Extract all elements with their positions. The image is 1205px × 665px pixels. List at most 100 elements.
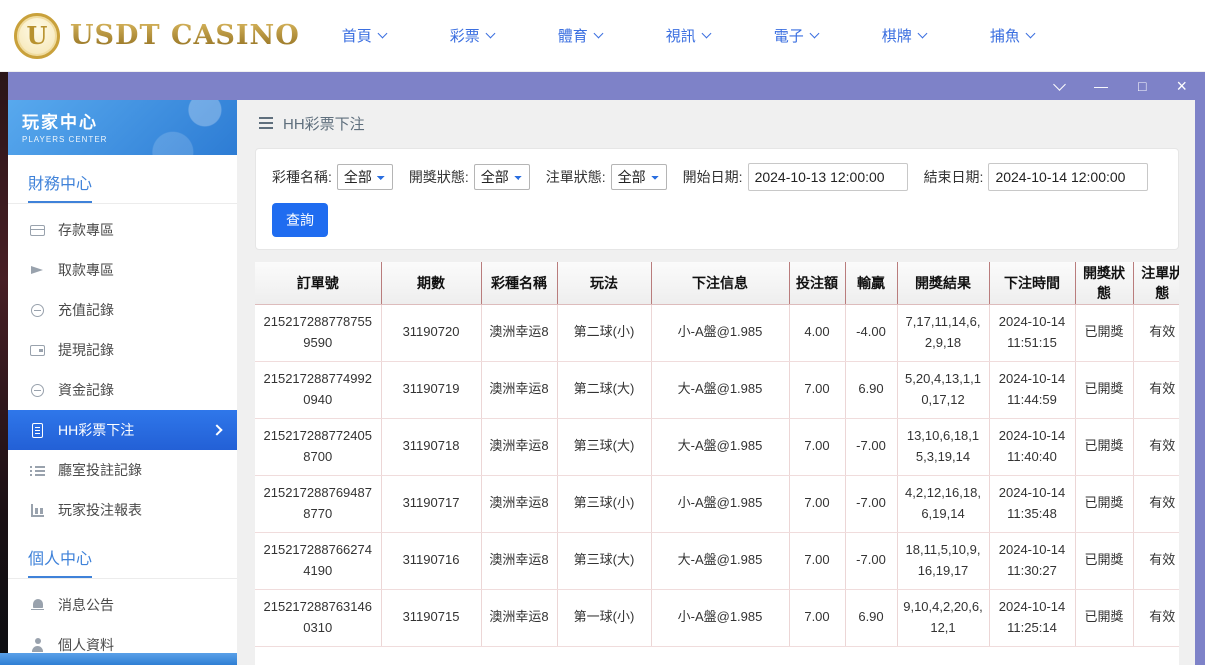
- table-cell: 9,10,4,2,20,6,12,1: [897, 589, 989, 646]
- sidebar-item-player-bet-report[interactable]: 玩家投注報表: [8, 490, 237, 530]
- draw-status-select[interactable]: 全部: [474, 164, 530, 190]
- table-cell: -7.00: [845, 532, 897, 589]
- nav-item-video[interactable]: 視訊: [666, 25, 710, 46]
- sidebar: 玩家中心 PLAYERS CENTER 財務中心存款專區取款專區充值記錄提現記錄…: [8, 100, 237, 665]
- sidebar-item-label: 消息公告: [58, 595, 114, 615]
- table-cell: 2152172887631460310: [255, 589, 381, 646]
- sidebar-item-hall-bet-records[interactable]: 廳室投註記錄: [8, 450, 237, 490]
- card-icon: [30, 223, 45, 238]
- draw-status-label: 開獎狀態:: [409, 167, 469, 187]
- window-body: 玩家中心 PLAYERS CENTER 財務中心存款專區取款專區充值記錄提現記錄…: [8, 100, 1205, 665]
- column-header: 玩法: [557, 262, 651, 304]
- lottery-name-label: 彩種名稱:: [272, 167, 332, 187]
- table-cell: 已開獎: [1075, 475, 1133, 532]
- column-header: 訂單號: [255, 262, 381, 304]
- table-cell: 2152172887749920940: [255, 361, 381, 418]
- sidebar-item-deposit[interactable]: 存款專區: [8, 210, 237, 250]
- table-cell: 有效: [1133, 532, 1179, 589]
- table-cell: 2024-10-14 11:35:48: [989, 475, 1075, 532]
- sidebar-item-funds-record[interactable]: 資金記錄: [8, 370, 237, 410]
- sidebar-item-label: 充值記錄: [58, 300, 114, 320]
- table-cell: -7.00: [845, 418, 897, 475]
- bet-table-body: 215217288778755959031190720澳洲幸运8第二球(小)小-…: [255, 304, 1179, 646]
- nav-item-electronic[interactable]: 電子: [774, 25, 818, 46]
- end-date-input[interactable]: [988, 163, 1148, 191]
- table-cell: 第一球(小): [557, 589, 651, 646]
- main-content: HH彩票下注 彩種名稱: 全部 開獎狀態: 全部 注單狀態: 全部: [237, 100, 1195, 665]
- sidebar-item-label: 資金記錄: [58, 380, 114, 400]
- table-cell: 第二球(小): [557, 304, 651, 361]
- table-cell: 澳洲幸运8: [481, 475, 557, 532]
- nav-item-home[interactable]: 首頁: [342, 25, 386, 46]
- top-nav: 首頁 彩票 體育 視訊 電子 棋牌 捕魚: [342, 25, 1034, 46]
- table-cell: 31190720: [381, 304, 481, 361]
- table-cell: 澳洲幸运8: [481, 418, 557, 475]
- table-header-row: 訂單號期數彩種名稱玩法下注信息投注額輸贏開獎結果下注時間開獎狀態注單狀態: [255, 262, 1179, 304]
- table-cell: 小-A盤@1.985: [651, 475, 789, 532]
- lottery-name-select[interactable]: 全部: [337, 164, 393, 190]
- table-cell: 7.00: [789, 418, 845, 475]
- table-cell: 2152172887694878770: [255, 475, 381, 532]
- table-cell: 澳洲幸运8: [481, 361, 557, 418]
- column-header: 彩種名稱: [481, 262, 557, 304]
- table-cell: 已開獎: [1075, 589, 1133, 646]
- window-maximize-button[interactable]: □: [1138, 79, 1146, 93]
- window-close-button[interactable]: ×: [1176, 77, 1187, 95]
- table-cell: 7.00: [789, 532, 845, 589]
- players-center-header: 玩家中心 PLAYERS CENTER: [8, 100, 237, 155]
- table-cell: 有效: [1133, 589, 1179, 646]
- nav-item-label: 電子: [774, 25, 804, 46]
- table-cell: 已開獎: [1075, 532, 1133, 589]
- table-cell: 7.00: [789, 475, 845, 532]
- bet-table-container: 訂單號期數彩種名稱玩法下注信息投注額輸贏開獎結果下注時間開獎狀態注單狀態 215…: [255, 262, 1179, 665]
- menu-icon[interactable]: [259, 117, 273, 129]
- chart-icon: [30, 503, 45, 518]
- nav-item-lottery[interactable]: 彩票: [450, 25, 494, 46]
- table-cell: 大-A盤@1.985: [651, 418, 789, 475]
- table-row: 215217288778755959031190720澳洲幸运8第二球(小)小-…: [255, 304, 1179, 361]
- column-header: 期數: [381, 262, 481, 304]
- order-status-select[interactable]: 全部: [611, 164, 667, 190]
- coins-icon: [30, 383, 45, 398]
- chevron-down-icon: [701, 29, 711, 39]
- nav-item-label: 視訊: [666, 25, 696, 46]
- nav-item-chess[interactable]: 棋牌: [882, 25, 926, 46]
- brand-logo[interactable]: U USDT CASINO: [14, 13, 300, 59]
- sidebar-item-withdraw-record[interactable]: 提現記錄: [8, 330, 237, 370]
- sidebar-item-withdraw[interactable]: 取款專區: [8, 250, 237, 290]
- table-cell: 已開獎: [1075, 361, 1133, 418]
- sidebar-item-hh-lottery-bets[interactable]: HH彩票下注: [8, 410, 237, 450]
- window-titlebar[interactable]: — □ ×: [8, 72, 1205, 100]
- list-icon: [30, 463, 45, 478]
- table-cell: -4.00: [845, 304, 897, 361]
- table-cell: 第三球(大): [557, 418, 651, 475]
- table-cell: 7,17,11,14,6,2,9,18: [897, 304, 989, 361]
- table-cell: 第三球(大): [557, 532, 651, 589]
- search-button[interactable]: 查詢: [272, 203, 328, 237]
- start-date-input[interactable]: [748, 163, 908, 191]
- nav-item-label: 捕魚: [990, 25, 1020, 46]
- table-cell: 6.90: [845, 361, 897, 418]
- players-center-subtitle: PLAYERS CENTER: [22, 135, 223, 144]
- sidebar-item-label: 廳室投註記錄: [58, 460, 142, 480]
- sidebar-item-recharge-record[interactable]: 充值記錄: [8, 290, 237, 330]
- sidebar-item-label: HH彩票下注: [58, 420, 134, 440]
- nav-item-sports[interactable]: 體育: [558, 25, 602, 46]
- column-header: 注單狀態: [1133, 262, 1179, 304]
- table-row: 215217288766274419031190716澳洲幸运8第三球(大)大-…: [255, 532, 1179, 589]
- table-row: 215217288763146031031190715澳洲幸运8第一球(小)小-…: [255, 589, 1179, 646]
- table-cell: 4.00: [789, 304, 845, 361]
- window-minimize-button[interactable]: —: [1094, 79, 1108, 93]
- table-cell: 2152172887787559590: [255, 304, 381, 361]
- column-header: 下注時間: [989, 262, 1075, 304]
- table-row: 215217288774992094031190719澳洲幸运8第二球(大)大-…: [255, 361, 1179, 418]
- chevron-down-icon[interactable]: [1053, 78, 1066, 91]
- table-cell: 7.00: [789, 361, 845, 418]
- table-cell: 18,11,5,10,9,16,19,17: [897, 532, 989, 589]
- send-icon: [30, 263, 45, 278]
- nav-item-fishing[interactable]: 捕魚: [990, 25, 1034, 46]
- sidebar-item-announcements[interactable]: 消息公告: [8, 585, 237, 625]
- table-cell: 2152172887724058700: [255, 418, 381, 475]
- table-cell: 澳洲幸运8: [481, 304, 557, 361]
- table-cell: 5,20,4,13,1,10,17,12: [897, 361, 989, 418]
